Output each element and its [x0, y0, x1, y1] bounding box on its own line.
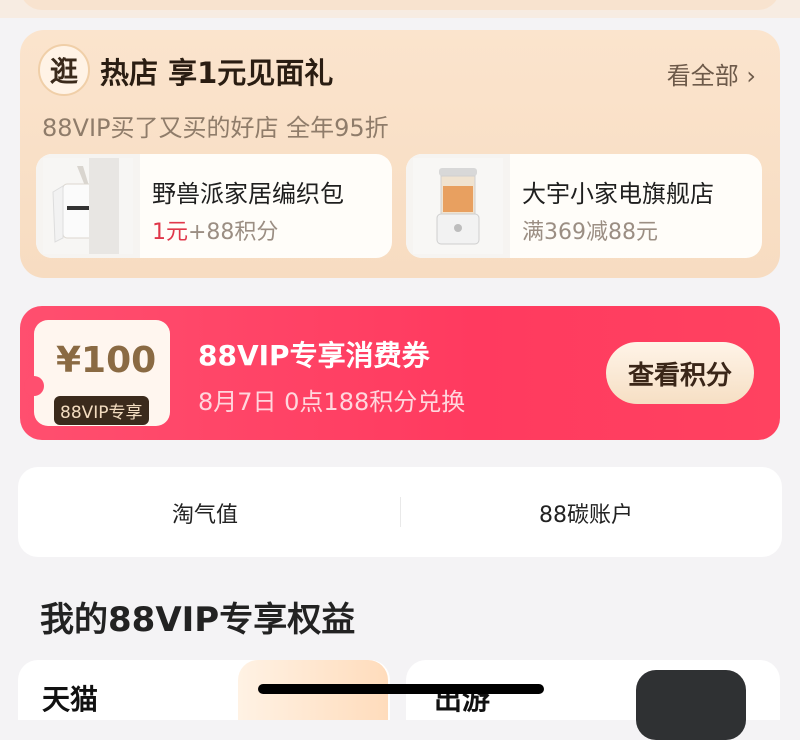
hot-shops-subtitle: 88VIP买了又买的好店 全年95折 [42, 114, 389, 142]
carbon-account-link[interactable]: 88碳账户 [539, 497, 633, 529]
top-strip [0, 0, 800, 18]
section-title: 我的88VIP专享权益 [40, 600, 356, 640]
offer-price: 1元 [152, 220, 188, 245]
product-thumbnail [36, 154, 140, 258]
hot-shops-title: 热店 享1元见面礼 [100, 56, 334, 90]
hot-shops-card[interactable]: 逛 热店 享1元见面礼 看全部 › 88VIP买了又买的好店 全年95折 野兽派… [20, 30, 780, 278]
view-points-button[interactable]: 查看积分 [606, 342, 754, 404]
shop-name: 大宇小家电旗舰店 [522, 180, 714, 208]
coupon-tag: 88VIP专享 [54, 396, 149, 425]
coupon-value-box: ¥100 88VIP专享 [24, 320, 170, 426]
card-label: 天猫 [42, 683, 99, 716]
product-thumbnail [406, 154, 510, 258]
see-all-link[interactable]: 看全部 › [667, 56, 756, 91]
shop-item[interactable]: 野兽派家居编织包 1元+88积分 [36, 154, 392, 258]
shop-item[interactable]: 大宇小家电旗舰店 满369减88元 [406, 154, 762, 258]
stroll-badge: 逛 [38, 44, 90, 96]
taoqi-value-link[interactable]: 淘气值 [172, 497, 238, 529]
offer-points: +88积分 [188, 220, 279, 245]
coupon-notch [24, 376, 44, 396]
value-tab-bar: 淘气值 88碳账户 [18, 467, 782, 557]
home-indicator[interactable] [258, 684, 544, 694]
offer-discount: 满369减88元 [522, 220, 658, 245]
divider [400, 497, 401, 527]
travel-graphic [636, 670, 746, 740]
tote-bag-icon [43, 158, 133, 254]
coupon-subtitle: 8月7日 0点188积分兑换 [198, 388, 466, 416]
vip-coupon-banner[interactable]: ¥100 88VIP专享 88VIP专享消费券 8月7日 0点188积分兑换 查… [20, 306, 780, 440]
previous-card-edge [20, 0, 780, 10]
shop-offer: 1元+88积分 [152, 214, 278, 246]
blender-icon [413, 158, 503, 254]
coupon-amount: ¥100 [56, 340, 157, 381]
coupon-title: 88VIP专享消费券 [198, 339, 430, 372]
shop-offer: 满369减88元 [522, 214, 658, 246]
shop-name: 野兽派家居编织包 [152, 180, 344, 208]
